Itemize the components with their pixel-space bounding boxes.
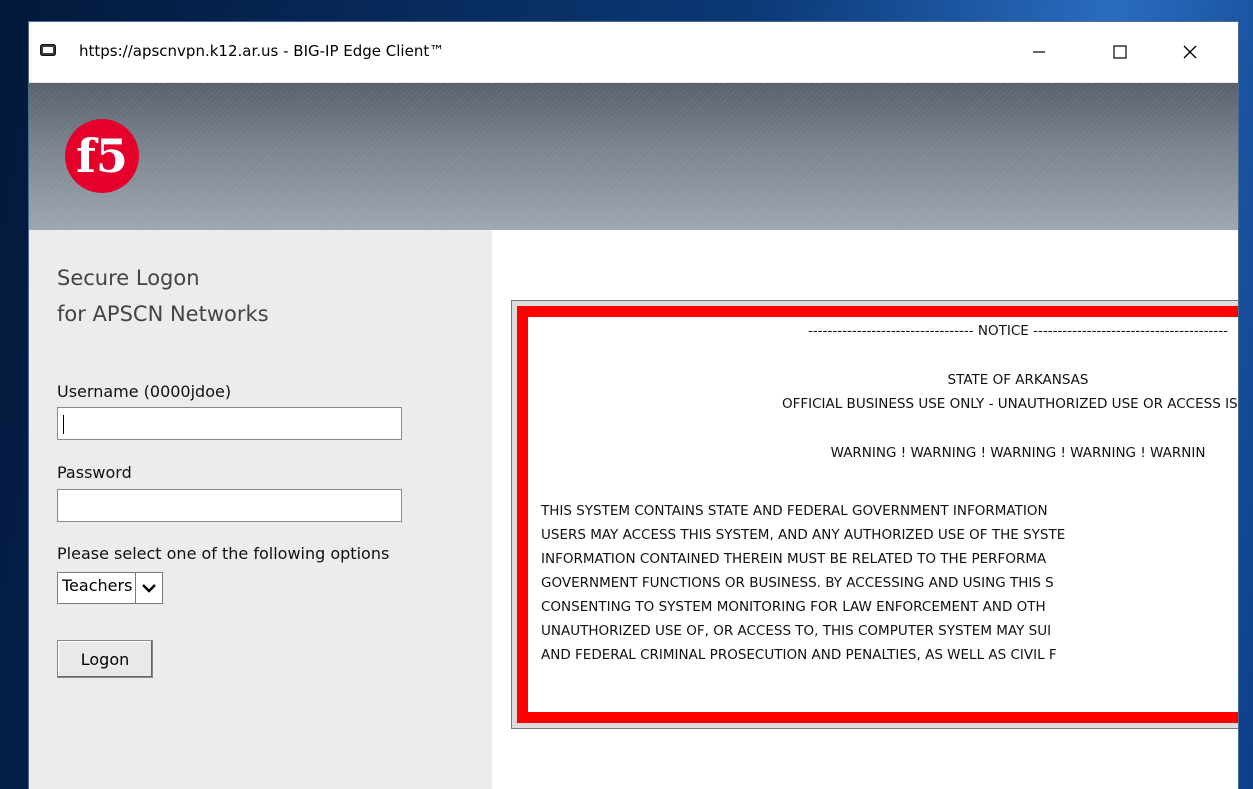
login-heading-line2: for APSCN Networks: [57, 302, 269, 326]
notice-body-line: GOVERNMENT FUNCTIONS OR BUSINESS. BY ACC…: [541, 575, 1054, 591]
f5-logo: f5: [65, 119, 139, 193]
notice-body-line: INFORMATION CONTAINED THEREIN MUST BE RE…: [541, 551, 1047, 567]
notice-body-line: USERS MAY ACCESS THIS SYSTEM, AND ANY AU…: [541, 527, 1066, 543]
title-bar[interactable]: https://apscnvpn.k12.ar.us - BIG-IP Edge…: [29, 22, 1238, 83]
minimize-button[interactable]: [1019, 34, 1059, 70]
notice-official: OFFICIAL BUSINESS USE ONLY - UNAUTHORIZE…: [781, 396, 1238, 412]
header-banner: [29, 83, 1238, 230]
login-heading-line1: Secure Logon: [57, 266, 200, 290]
select-value: Teachers: [62, 576, 133, 595]
monitor-icon: [40, 44, 56, 56]
notice-warning: WARNING ! WARNING ! WARNING ! WARNING ! …: [830, 445, 1206, 461]
notice-body-line: AND FEDERAL CRIMINAL PROSECUTION AND PEN…: [541, 647, 1057, 663]
options-label: Please select one of the following optio…: [57, 544, 390, 563]
login-panel: Secure Logon for APSCN Networks Username…: [29, 230, 492, 789]
maximize-icon: [1113, 45, 1127, 59]
edge-client-window: https://apscnvpn.k12.ar.us - BIG-IP Edge…: [29, 22, 1238, 789]
svg-text:f5: f5: [76, 129, 128, 183]
notice-body-line: UNAUTHORIZED USE OF, OR ACCESS TO, THIS …: [541, 623, 1052, 639]
notice-body-line: CONSENTING TO SYSTEM MONITORING FOR LAW …: [541, 599, 1046, 615]
maximize-button[interactable]: [1100, 34, 1140, 70]
minimize-icon: [1033, 51, 1045, 53]
notice-body-line: THIS SYSTEM CONTAINS STATE AND FEDERAL G…: [541, 503, 1048, 519]
chevron-down-icon[interactable]: [135, 573, 163, 603]
username-label: Username (0000jdoe): [57, 382, 232, 401]
close-button[interactable]: [1170, 34, 1210, 70]
notice-state: STATE OF ARKANSAS: [947, 372, 1089, 388]
notice-box: ---------------------------------- NOTIC…: [511, 300, 1238, 729]
window-title: https://apscnvpn.k12.ar.us - BIG-IP Edge…: [79, 42, 445, 60]
text-caret: [63, 415, 64, 434]
group-select[interactable]: Teachers: [57, 572, 164, 604]
username-field[interactable]: [57, 407, 402, 440]
logon-button[interactable]: Logon: [57, 640, 153, 678]
close-icon: [1183, 45, 1197, 59]
notice-header: ---------------------------------- NOTIC…: [808, 323, 1228, 339]
password-field[interactable]: [57, 489, 402, 522]
password-label: Password: [57, 463, 132, 482]
notice-frame: ---------------------------------- NOTIC…: [517, 306, 1238, 723]
